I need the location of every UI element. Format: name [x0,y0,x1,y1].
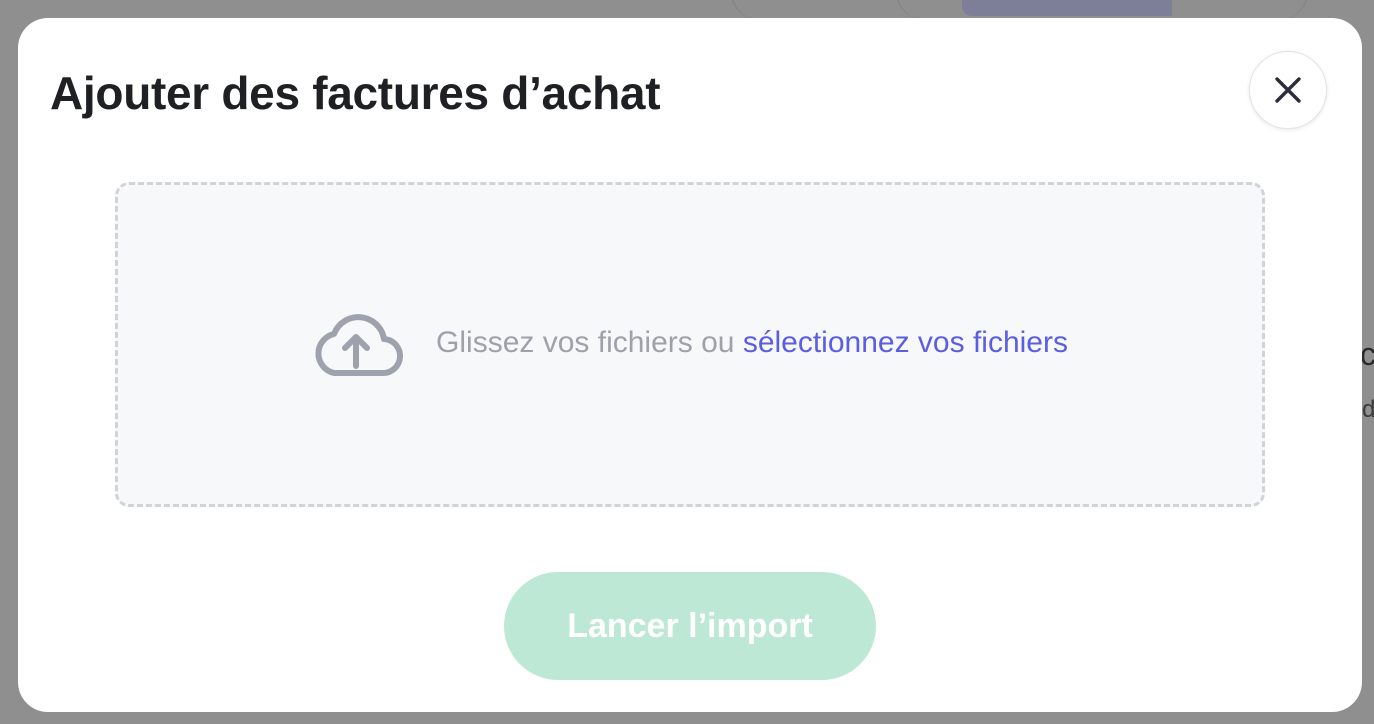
file-dropzone[interactable]: Glissez vos fichiers ou sélectionnez vos… [115,182,1265,507]
cloud-upload-icon [312,312,404,378]
close-button[interactable] [1249,51,1327,129]
import-invoices-modal: Ajouter des factures d’achat Glissez vos… [18,18,1362,712]
select-files-link[interactable]: sélectionnez vos fichiers [743,326,1068,359]
modal-title: Ajouter des factures d’achat [50,67,661,119]
background-text: d [1362,396,1374,423]
start-import-button[interactable]: Lancer l’import [504,572,876,680]
background-text: c [1360,336,1374,372]
dropzone-prompt: Glissez vos fichiers ou sélectionnez vos… [436,326,1068,360]
background-bar [962,0,1172,16]
close-icon [1274,76,1302,104]
background-shape [895,0,1309,20]
background-shape [730,0,902,20]
dropzone-prompt-text: Glissez vos fichiers ou [436,325,743,359]
